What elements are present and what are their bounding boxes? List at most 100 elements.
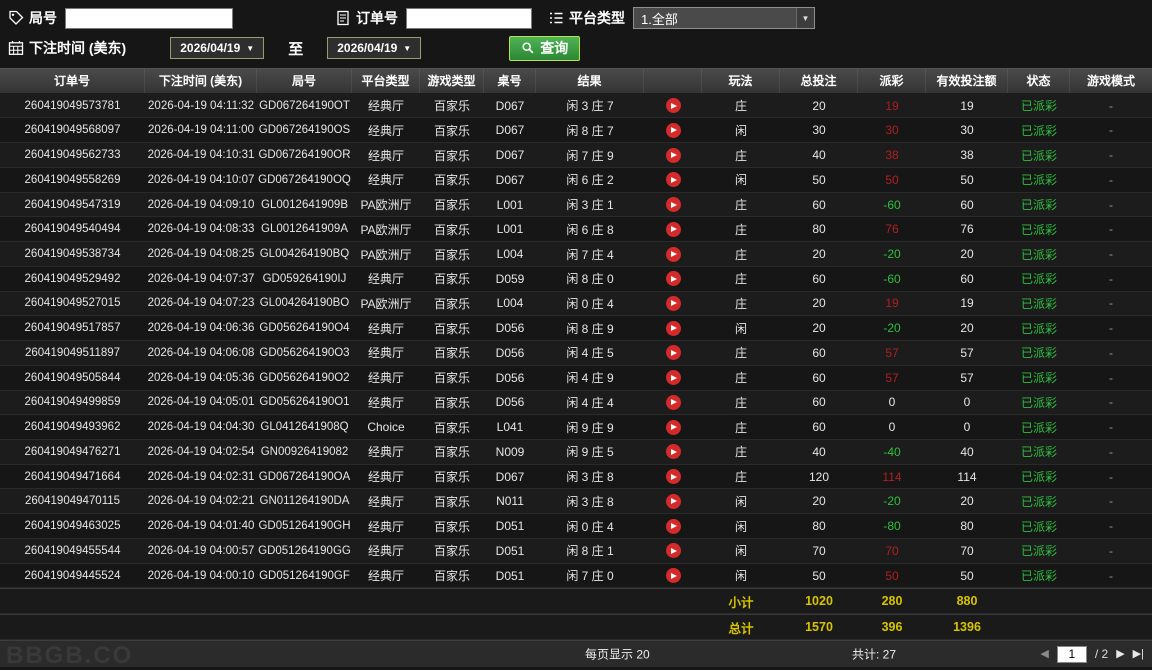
- cell-game-type: 百家乐: [433, 346, 470, 361]
- cell-result: 闲 8 庄 9: [566, 321, 614, 336]
- cell-game-mode: -: [1109, 123, 1113, 138]
- cell-table-no: D067: [495, 172, 525, 187]
- cell-play-method: 闲: [734, 123, 747, 138]
- cell-total-bet: 50: [812, 568, 826, 583]
- cell-result: 闲 7 庄 9: [566, 148, 614, 163]
- cell-game-mode: -: [1109, 296, 1113, 311]
- cell-bet-time: 2026-04-19 04:05:01: [147, 396, 255, 409]
- page-input[interactable]: [1056, 645, 1087, 663]
- play-video-button[interactable]: [665, 444, 681, 460]
- cell-table-no: D067: [495, 123, 525, 138]
- play-video-button[interactable]: [665, 295, 681, 311]
- table-row: 260419049493962 2026-04-19 04:04:30 GL04…: [0, 415, 1152, 441]
- cell-game-type: 百家乐: [433, 222, 470, 237]
- play-video-button[interactable]: [665, 122, 681, 138]
- cell-table-no: D067: [495, 148, 525, 163]
- cell-bet-time: 2026-04-19 04:07:23: [147, 297, 255, 310]
- play-video-button[interactable]: [665, 98, 681, 114]
- cell-status: 已派彩: [1020, 198, 1057, 213]
- play-video-button[interactable]: [665, 469, 681, 485]
- play-video-button[interactable]: [665, 543, 681, 559]
- cell-game-type: 百家乐: [433, 420, 470, 435]
- cell-play-method: 庄: [734, 198, 747, 213]
- cell-bet-time: 2026-04-19 04:10:31: [147, 149, 255, 162]
- cell-total-bet: 60: [812, 197, 826, 212]
- cell-platform-type: 经典厅: [367, 371, 404, 386]
- date-from-value: 2026/04/19: [180, 41, 241, 55]
- col-header-game-mode: 游戏模式: [1086, 74, 1135, 89]
- play-video-button[interactable]: [665, 172, 681, 188]
- cell-order-no: 260419049493962: [24, 421, 121, 434]
- col-header-play-method: 玩法: [702, 69, 780, 93]
- play-icon: [671, 102, 677, 109]
- cell-result: 闲 4 庄 9: [566, 371, 614, 386]
- grand-total-label: 总计: [728, 621, 754, 636]
- cell-play-method: 庄: [734, 296, 747, 311]
- cell-round-no: GD056264190O4: [259, 322, 350, 335]
- game-no-input[interactable]: [65, 7, 233, 29]
- cell-round-no: GL0412641908Q: [260, 421, 349, 434]
- cell-total-bet: 20: [812, 247, 826, 261]
- last-page-button[interactable]: ▶|: [1133, 648, 1144, 660]
- cell-status: 已派彩: [1020, 544, 1057, 559]
- next-page-button[interactable]: ▶: [1116, 648, 1124, 660]
- cell-order-no: 260419049455544: [24, 544, 121, 557]
- cell-play-method: 庄: [734, 445, 747, 460]
- cell-valid-bet: 57: [960, 370, 974, 385]
- cell-status: 已派彩: [1020, 569, 1057, 584]
- play-video-button[interactable]: [665, 568, 681, 584]
- play-icon: [671, 547, 677, 554]
- cell-result: 闲 9 庄 9: [566, 420, 614, 435]
- play-icon: [671, 251, 677, 257]
- col-header-order-no: 订单号: [0, 69, 145, 93]
- cell-table-no: N009: [495, 444, 525, 459]
- cell-play-method: 庄: [734, 346, 747, 361]
- cell-table-no: L004: [496, 247, 524, 261]
- table-row: 260419049573781 2026-04-19 04:11:32 GD06…: [0, 93, 1152, 119]
- order-no-input[interactable]: [406, 7, 532, 29]
- date-to-value: 2026/04/19: [337, 41, 398, 55]
- cell-game-type: 百家乐: [433, 99, 470, 114]
- play-video-button[interactable]: [665, 221, 681, 237]
- cell-status: 已派彩: [1020, 420, 1057, 435]
- play-video-button[interactable]: [665, 147, 681, 163]
- cell-round-no: GD067264190OT: [259, 99, 350, 112]
- play-video-button[interactable]: [665, 493, 681, 509]
- cell-game-type: 百家乐: [433, 470, 470, 485]
- play-video-button[interactable]: [665, 197, 681, 213]
- cell-platform-type: 经典厅: [367, 346, 404, 361]
- cell-table-no: D051: [495, 568, 525, 583]
- date-from-button[interactable]: 2026/04/19 ▼: [170, 37, 265, 59]
- cell-payout: -20: [883, 494, 901, 509]
- play-video-button[interactable]: [665, 370, 681, 386]
- cell-result: 闲 4 庄 4: [566, 395, 614, 410]
- cell-round-no: GN00926419082: [260, 445, 349, 458]
- play-icon: [671, 399, 677, 406]
- play-video-button[interactable]: [665, 394, 681, 410]
- play-video-button[interactable]: [665, 419, 681, 435]
- cell-table-no: D056: [495, 370, 525, 385]
- cell-play-method: 闲: [734, 173, 747, 188]
- cell-table-no: L004: [496, 296, 524, 311]
- cell-status: 已派彩: [1020, 519, 1057, 534]
- cell-platform-type: 经典厅: [367, 470, 404, 485]
- per-page-label: 每页显示 20: [585, 647, 650, 662]
- cell-bet-time: 2026-04-19 04:08:25: [147, 248, 255, 260]
- play-video-button[interactable]: [665, 320, 681, 336]
- play-video-button[interactable]: [665, 246, 681, 262]
- cell-game-type: 百家乐: [433, 445, 470, 460]
- query-button[interactable]: 查询: [509, 35, 581, 61]
- cell-game-mode: -: [1109, 197, 1113, 212]
- grand-total-row: 总计 1570 396 1396: [0, 614, 1152, 640]
- chevron-down-icon: ▼: [246, 43, 255, 53]
- play-video-button[interactable]: [665, 271, 681, 287]
- date-to-button[interactable]: 2026/04/19 ▼: [327, 37, 422, 59]
- cell-round-no: GD051264190GH: [258, 520, 351, 533]
- play-video-button[interactable]: [665, 518, 681, 534]
- table-row: 260419049547319 2026-04-19 04:09:10 GL00…: [0, 192, 1152, 218]
- play-video-button[interactable]: [665, 345, 681, 361]
- prev-page-button[interactable]: ◀: [1040, 648, 1048, 660]
- cell-round-no: GD056264190O2: [259, 371, 350, 384]
- platform-type-select[interactable]: 1.全部 ▼: [633, 7, 815, 29]
- cell-game-type: 百家乐: [433, 395, 470, 410]
